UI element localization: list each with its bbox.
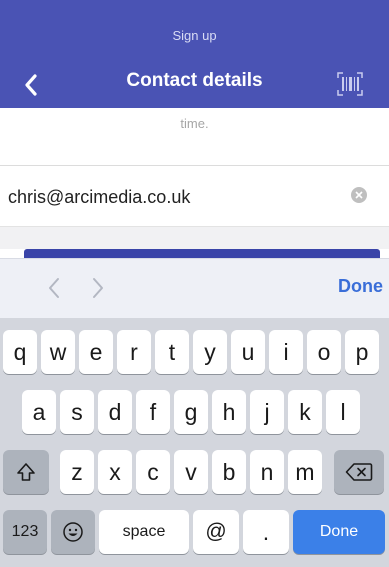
shift-key[interactable]	[3, 450, 49, 494]
key-l[interactable]: l	[326, 390, 360, 434]
delete-key[interactable]	[334, 450, 384, 494]
key-b[interactable]: b	[212, 450, 246, 494]
key-v[interactable]: v	[174, 450, 208, 494]
chevron-right-icon	[93, 278, 103, 298]
clear-x-icon	[355, 191, 363, 199]
email-row	[0, 166, 389, 226]
email-field[interactable]	[8, 184, 328, 210]
scan-button[interactable]	[333, 68, 367, 100]
done-key[interactable]: Done	[293, 510, 385, 554]
key-m[interactable]: m	[288, 450, 322, 494]
key-d[interactable]: d	[98, 390, 132, 434]
key-p[interactable]: p	[345, 330, 379, 374]
keyboard: q w e r t y u i o p a s d f g h j k l z …	[0, 318, 389, 567]
clear-input-button[interactable]	[351, 187, 367, 203]
key-j[interactable]: j	[250, 390, 284, 434]
space-key[interactable]: space	[99, 510, 189, 554]
key-i[interactable]: i	[269, 330, 303, 374]
backspace-icon	[345, 463, 373, 481]
at-key[interactable]: @	[193, 510, 239, 554]
header-subtitle: Sign up	[172, 28, 217, 43]
app-header: Sign up Contact details	[0, 0, 389, 108]
accessory-done-button[interactable]: Done	[338, 276, 383, 297]
next-field-button[interactable]	[84, 273, 112, 303]
page-title: Contact details	[126, 70, 263, 91]
key-x[interactable]: x	[98, 450, 132, 494]
key-n[interactable]: n	[250, 450, 284, 494]
key-t[interactable]: t	[155, 330, 189, 374]
form-hint-text: time.	[180, 116, 209, 131]
previous-field-button[interactable]	[40, 273, 68, 303]
form-spacer	[0, 227, 389, 249]
key-z[interactable]: z	[60, 450, 94, 494]
key-q[interactable]: q	[3, 330, 37, 374]
key-r[interactable]: r	[117, 330, 151, 374]
key-a[interactable]: a	[22, 390, 56, 434]
emoji-face-icon	[63, 522, 83, 542]
key-o[interactable]: o	[307, 330, 341, 374]
key-c[interactable]: c	[136, 450, 170, 494]
dot-key[interactable]: .	[243, 510, 289, 554]
key-y[interactable]: y	[193, 330, 227, 374]
key-g[interactable]: g	[174, 390, 208, 434]
keyboard-accessory-bar: Done	[0, 258, 389, 319]
key-e[interactable]: e	[79, 330, 113, 374]
key-w[interactable]: w	[41, 330, 75, 374]
emoji-key[interactable]	[51, 510, 95, 554]
key-h[interactable]: h	[212, 390, 246, 434]
shift-arrow-icon	[17, 463, 35, 481]
chevron-left-icon	[49, 278, 59, 298]
numbers-key[interactable]: 123	[3, 510, 47, 554]
key-k[interactable]: k	[288, 390, 322, 434]
key-u[interactable]: u	[231, 330, 265, 374]
barcode-scan-icon	[337, 72, 363, 96]
key-s[interactable]: s	[60, 390, 94, 434]
key-f[interactable]: f	[136, 390, 170, 434]
